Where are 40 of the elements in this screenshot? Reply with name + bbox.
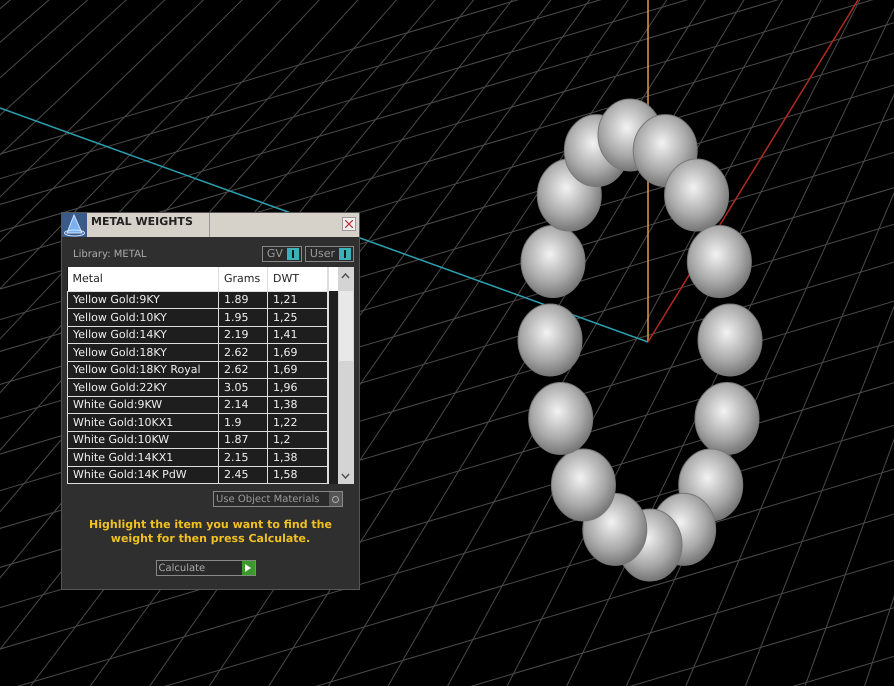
table-cell: Yellow Gold:9KY (68, 291, 218, 308)
table-cell: 1,21 (268, 291, 328, 308)
table-cell: White Gold:14KX1 (68, 448, 218, 466)
scroll-up-icon (341, 273, 350, 279)
hint-text: Highlight the item you want to find the weight for then press Calculate. (88, 518, 333, 546)
object-materials-toggle[interactable]: Use Object Materials (213, 491, 343, 507)
table-cell: White Gold:9KW (68, 396, 218, 414)
table-cell: Yellow Gold:14KY (68, 326, 218, 344)
table-cell: Yellow Gold:22KY (68, 378, 218, 396)
table-cell: 2.19 (218, 326, 268, 344)
scrollbar[interactable] (338, 267, 354, 484)
table-cell: 2.62 (218, 344, 268, 361)
calculate-button[interactable]: Calculate (156, 560, 256, 576)
table-cell: 2.45 (218, 466, 268, 484)
close-button[interactable] (342, 217, 356, 231)
table-cell: 2.62 (218, 361, 268, 378)
table-cell: Yellow Gold:10KY (68, 308, 218, 326)
close-icon (345, 220, 353, 228)
toggle-button[interactable]: User (304, 246, 354, 262)
column-header[interactable]: Grams (218, 267, 268, 291)
table-cell: 1.9 (218, 414, 268, 431)
app-logo-icon (62, 213, 87, 237)
window-title: METAL WEIGHTS (91, 214, 194, 230)
table-cell: 1.87 (218, 431, 268, 448)
scroll-down-icon (341, 473, 350, 479)
table-cell: 3.05 (218, 378, 268, 396)
table-cell: 2.14 (218, 396, 268, 414)
library-label: Library: METAL (73, 248, 146, 262)
table-cell: White Gold:14K PdW (68, 466, 218, 484)
table-cell: Yellow Gold:18KY (68, 344, 218, 361)
table-cell: 1.95 (218, 308, 268, 326)
table-cell: White Gold:10KX1 (68, 414, 218, 431)
toggle-button[interactable]: GV (262, 246, 302, 262)
column-header[interactable]: Metal (68, 267, 218, 291)
header-filler (329, 267, 338, 291)
table-cell: Yellow Gold:18KY Royal (68, 361, 218, 378)
table-cell: White Gold:10KW (68, 431, 218, 448)
table-cell: 1.89 (218, 291, 268, 308)
table-cell: 2.15 (218, 448, 268, 466)
play-icon (245, 564, 251, 572)
